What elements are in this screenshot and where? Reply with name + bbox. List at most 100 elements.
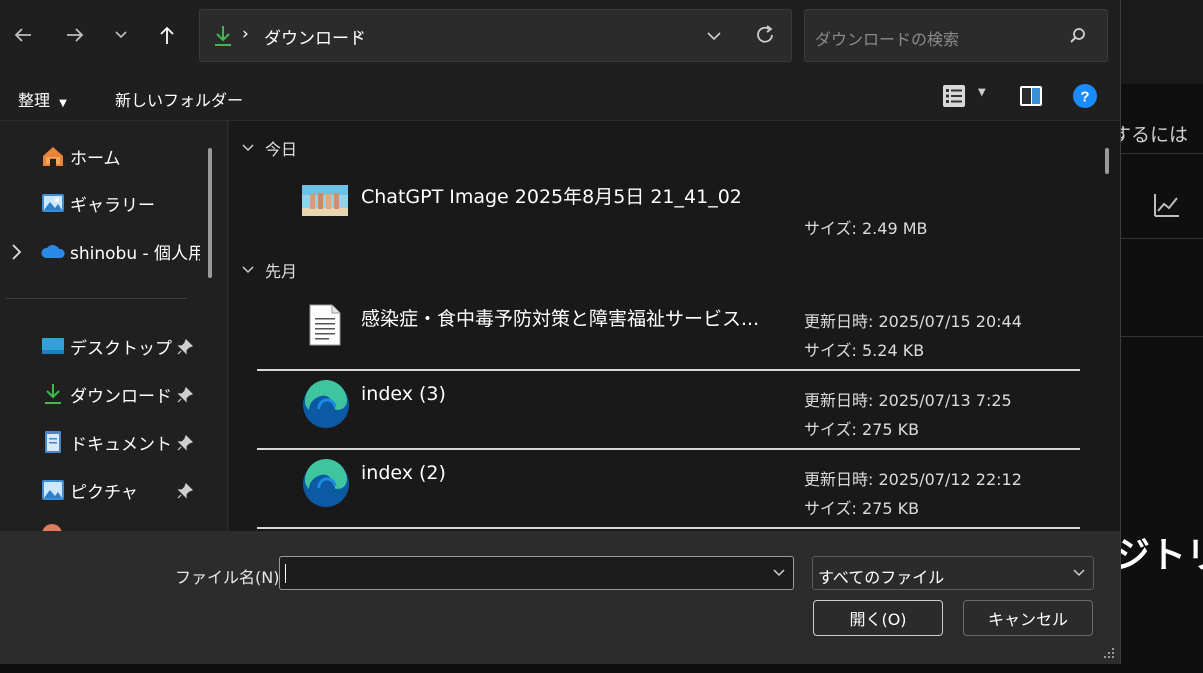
background-divider — [1120, 153, 1203, 154]
chevron-down-icon — [242, 266, 254, 274]
nav-item-gallery[interactable]: ギャラリー — [40, 188, 155, 218]
row-separator — [257, 527, 1080, 529]
open-button[interactable]: 開く(O) — [813, 600, 943, 636]
nav-item-downloads[interactable]: ダウンロード — [40, 379, 172, 409]
view-options-caret-icon[interactable]: ▼ — [978, 87, 986, 98]
chart-icon[interactable] — [1152, 190, 1182, 220]
breadcrumb-item[interactable]: ダウンロード — [264, 24, 366, 49]
caret-down-icon: ▼ — [59, 98, 67, 109]
document-icon — [40, 430, 66, 454]
dialog-footer: ファイル名(N): すべてのファイル 開く(O) キャンセル — [0, 531, 1120, 664]
svg-text:?: ? — [1080, 89, 1089, 106]
command-bar: 整理 ▼ 新しいフォルダー ▼ ? — [0, 72, 1120, 121]
nav-item-pictures[interactable]: ピクチャ — [40, 475, 138, 505]
up-button[interactable] — [152, 20, 182, 50]
nav-divider — [6, 298, 187, 299]
cancel-button[interactable]: キャンセル — [963, 600, 1093, 636]
pin-icon[interactable] — [176, 482, 194, 500]
nav-item-home[interactable]: ホーム — [40, 141, 121, 171]
group-header-label: 先月 — [265, 262, 298, 281]
gallery-icon — [40, 191, 66, 215]
nav-item-documents[interactable]: ドキュメント — [40, 427, 172, 457]
file-modified: 更新日時: 2025/07/15 20:44 — [804, 312, 1022, 331]
home-icon — [40, 144, 66, 168]
chevron-down-icon — [1073, 569, 1085, 577]
file-size: サイズ: 275 KB — [804, 420, 920, 439]
file-name: index (3) — [361, 383, 446, 405]
nav-item-label: デスクトップ — [70, 338, 172, 359]
nav-item-label: ギャラリー — [70, 195, 155, 216]
file-size: サイズ: 2.49 MB — [804, 219, 928, 238]
file-type-select[interactable]: すべてのファイル — [812, 556, 1094, 590]
forward-button[interactable] — [60, 20, 90, 50]
refresh-icon[interactable] — [753, 23, 777, 47]
image-thumbnail — [302, 185, 348, 216]
file-modified: 更新日時: 2025/07/12 22:12 — [804, 470, 1022, 489]
chevron-down-icon — [115, 31, 127, 39]
nav-item-desktop[interactable]: デスクトップ — [40, 331, 172, 361]
background-heading: ジトリ — [1114, 535, 1203, 576]
navigation-pane: ホーム ギャラリー shinobu - 個人用 デスクトップ ダウンロード ドキ… — [0, 121, 228, 534]
file-modified: 更新日時: 2025/07/13 7:25 — [804, 391, 1012, 410]
file-size: サイズ: 275 KB — [804, 499, 920, 518]
desktop-icon — [40, 334, 66, 358]
download-icon — [215, 26, 231, 46]
nav-scrollbar-thumb[interactable] — [208, 148, 212, 278]
arrow-left-icon — [14, 28, 31, 42]
background-divider — [1120, 238, 1203, 239]
chevron-down-icon — [242, 144, 254, 152]
address-bar-row: › ダウンロード › ダウンロードの検索 — [0, 0, 1120, 72]
nav-item-label: shinobu - 個人用 — [70, 243, 200, 264]
breadcrumb-separator[interactable]: › — [356, 24, 363, 44]
download-icon — [40, 382, 66, 406]
background-app-header — [1120, 0, 1203, 84]
search-icon[interactable] — [1069, 27, 1087, 45]
filename-input[interactable] — [279, 556, 794, 590]
pin-icon[interactable] — [176, 338, 194, 356]
resize-grip-icon[interactable] — [1103, 647, 1115, 659]
text-file-icon — [309, 304, 341, 346]
background-bottom — [0, 664, 1203, 673]
arrow-up-icon — [160, 26, 174, 44]
search-box[interactable]: ダウンロードの検索 — [804, 9, 1108, 62]
file-open-dialog: › ダウンロード › ダウンロードの検索 整理 ▼ 新しいフォルダー ▼ ? ホ… — [0, 0, 1121, 664]
row-separator — [257, 369, 1080, 371]
background-divider — [1120, 336, 1203, 337]
nav-item-onedrive[interactable]: shinobu - 個人用 — [40, 236, 200, 266]
file-size: サイズ: 5.24 KB — [804, 341, 925, 360]
group-header-today[interactable]: 今日 — [241, 136, 297, 160]
breadcrumb-separator[interactable]: › — [242, 24, 249, 44]
arrow-right-icon — [67, 28, 84, 42]
organize-menu[interactable]: 整理 ▼ — [18, 87, 67, 111]
preview-pane-icon[interactable] — [1019, 84, 1043, 108]
edge-icon — [303, 380, 349, 428]
pin-icon[interactable] — [176, 386, 194, 404]
chevron-down-icon[interactable] — [772, 568, 786, 578]
back-button[interactable] — [8, 20, 38, 50]
group-header-last-month[interactable]: 先月 — [241, 258, 297, 282]
file-type-value: すべてのファイル — [818, 568, 945, 587]
recent-locations-button[interactable] — [106, 20, 136, 50]
nav-item-label: ホーム — [70, 148, 121, 169]
pin-icon[interactable] — [176, 434, 194, 452]
file-name: 感染症・食中毒予防対策と障害福祉サービス... — [361, 308, 760, 330]
file-list: 今日 ChatGPT Image 2025年8月5日 21_41_02 サイズ:… — [229, 121, 1120, 531]
view-details-icon[interactable] — [942, 84, 966, 108]
search-placeholder: ダウンロードの検索 — [815, 30, 960, 49]
new-folder-button[interactable]: 新しいフォルダー — [115, 87, 243, 111]
row-separator — [257, 448, 1080, 450]
background-hint-text: するには — [1112, 124, 1189, 146]
address-history-dropdown[interactable] — [705, 28, 723, 44]
text-caret — [285, 564, 286, 583]
nav-item-label: ドキュメント — [70, 434, 172, 455]
chevron-right-icon[interactable] — [9, 241, 23, 263]
address-bar[interactable]: › ダウンロード › — [199, 9, 792, 62]
file-name: ChatGPT Image 2025年8月5日 21_41_02 — [361, 186, 742, 208]
help-icon[interactable]: ? — [1072, 83, 1098, 109]
file-list-scrollbar-thumb[interactable] — [1105, 148, 1109, 174]
nav-item-label: ピクチャ — [70, 482, 138, 503]
file-name: index (2) — [361, 462, 446, 484]
organize-label: 整理 — [18, 91, 51, 110]
onedrive-icon — [40, 239, 66, 263]
pictures-icon — [40, 478, 66, 502]
